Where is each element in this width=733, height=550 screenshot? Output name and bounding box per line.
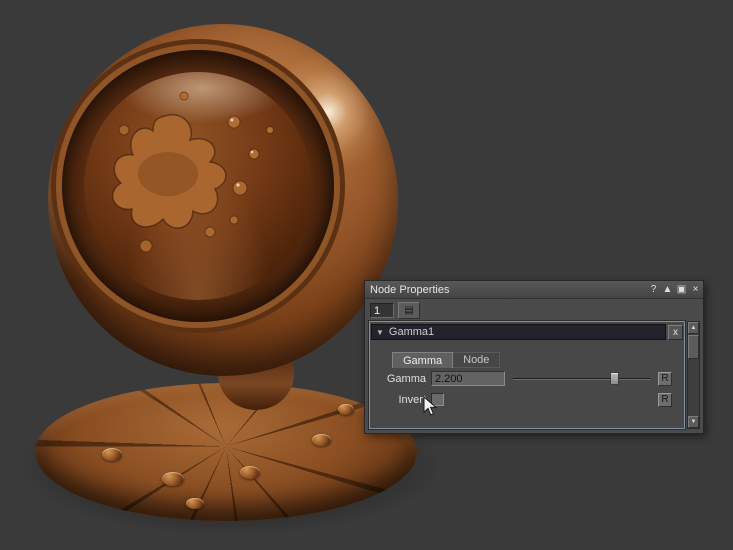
gamma-slider-track[interactable]	[513, 378, 650, 380]
paint-splat-decal	[84, 72, 312, 300]
help-icon[interactable]: ?	[647, 283, 660, 296]
vertical-scrollbar[interactable]: ▲ ▼	[687, 321, 700, 429]
node-properties-panel: Node Properties ? ▲ ▣ × 1 ▤ ▼ Gamma1 x G…	[364, 280, 704, 434]
tab-gamma[interactable]: Gamma	[392, 352, 453, 368]
invert-reset-button[interactable]: R	[658, 393, 672, 407]
chevron-down-icon[interactable]: ▼	[376, 328, 384, 337]
node-name-label: Gamma1	[389, 326, 434, 338]
water-droplet	[240, 466, 260, 479]
node-list-button[interactable]: ▤	[398, 302, 420, 319]
close-icon[interactable]: ×	[689, 283, 702, 296]
scroll-down-icon[interactable]: ▼	[688, 416, 699, 428]
shaderball-base-disc	[35, 383, 417, 521]
node-rollout-header[interactable]: ▼ Gamma1	[371, 324, 666, 340]
node-close-button[interactable]: x	[668, 325, 683, 340]
node-list-icon: ▤	[404, 305, 413, 316]
invert-param-row: Invert R	[370, 389, 684, 410]
invert-label: Invert	[370, 394, 426, 406]
float-icon[interactable]: ▣	[675, 283, 688, 296]
node-rollout-group: ▼ Gamma1 x Gamma Node Gamma 2.200 R Inve	[369, 321, 685, 429]
water-droplet	[162, 472, 184, 486]
gamma-value-field[interactable]: 2.200	[431, 371, 505, 386]
app-viewport: Node Properties ? ▲ ▣ × 1 ▤ ▼ Gamma1 x G…	[0, 0, 733, 550]
water-droplet	[338, 404, 354, 415]
water-droplet	[312, 434, 331, 446]
panel-titlebar[interactable]: Node Properties ? ▲ ▣ ×	[365, 281, 703, 299]
gamma-reset-button[interactable]: R	[658, 372, 672, 386]
gamma-param-row: Gamma 2.200 R	[370, 368, 684, 389]
node-count-field[interactable]: 1	[370, 303, 394, 318]
water-droplet	[186, 498, 204, 509]
mouse-cursor	[423, 396, 439, 419]
scrollbar-thumb[interactable]	[688, 335, 699, 359]
scroll-up-icon[interactable]: ▲	[688, 322, 699, 334]
tab-node[interactable]: Node	[453, 352, 500, 368]
gamma-label: Gamma	[370, 373, 426, 385]
rollup-icon[interactable]: ▲	[661, 283, 674, 296]
gamma-slider[interactable]	[513, 371, 650, 386]
panel-title: Node Properties	[365, 284, 647, 296]
gamma-slider-handle[interactable]	[610, 372, 619, 385]
water-droplet	[102, 448, 122, 461]
